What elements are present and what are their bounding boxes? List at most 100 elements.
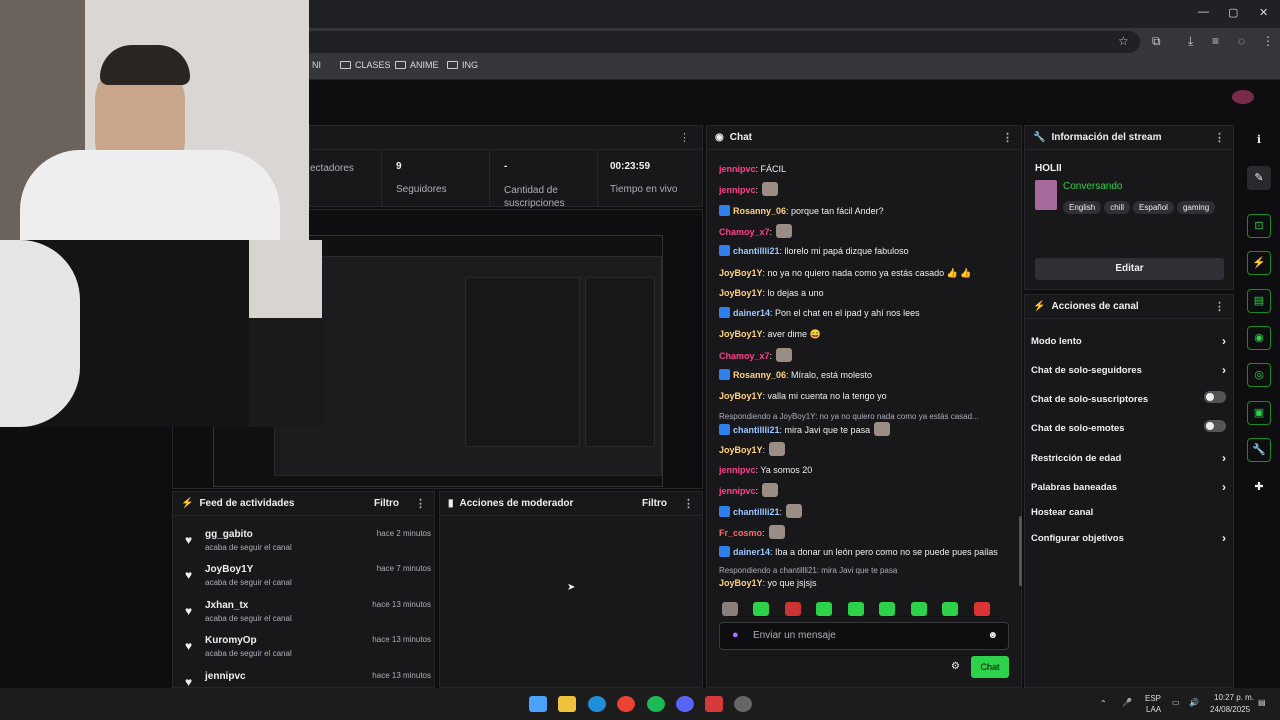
- emote-icon[interactable]: [879, 602, 896, 616]
- more-options-icon[interactable]: ⋮: [1002, 131, 1013, 144]
- chat-username[interactable]: jennipvc: [719, 465, 756, 475]
- chevron-up-icon[interactable]: ⌃: [1100, 699, 1107, 708]
- clock-time[interactable]: 10:27 p. m.: [1214, 693, 1254, 702]
- chat-send-button[interactable]: Chat: [971, 656, 1009, 678]
- action-age-restriction[interactable]: Restricción de edad ›: [1031, 451, 1226, 465]
- clip-icon[interactable]: ⊡: [1247, 214, 1271, 238]
- document-icon[interactable]: ▤: [1247, 289, 1271, 313]
- chat-username[interactable]: JoyBoy1Y: [719, 288, 763, 298]
- menu-icon[interactable]: ⋮: [1262, 34, 1274, 48]
- discord-icon[interactable]: [676, 696, 694, 712]
- star-icon[interactable]: ☆: [1118, 34, 1129, 48]
- tag[interactable]: chill: [1104, 201, 1131, 214]
- settings-gear-icon[interactable]: ⚙: [951, 661, 960, 672]
- chat-username[interactable]: chantillli21: [733, 246, 780, 256]
- chat-username[interactable]: Chamoy_x7: [719, 351, 770, 361]
- emote-icon[interactable]: [847, 602, 864, 616]
- feed-item[interactable]: ♥ gg_gabito acaba de seguir el canal hac…: [181, 529, 431, 561]
- edit-button[interactable]: Editar: [1035, 258, 1224, 280]
- bookmark-anime[interactable]: ANIME: [395, 60, 439, 70]
- obs-icon[interactable]: [734, 696, 752, 712]
- action-emote-only[interactable]: Chat de solo-emotes: [1031, 420, 1226, 434]
- more-options-icon[interactable]: ⋮: [415, 497, 426, 510]
- action-followers-only[interactable]: Chat de solo-seguidores ›: [1031, 363, 1226, 377]
- file-explorer-icon[interactable]: [558, 696, 576, 712]
- tag[interactable]: gaming: [1176, 201, 1216, 214]
- volume-icon[interactable]: 🔊: [1189, 698, 1199, 707]
- bookmark-ni[interactable]: NI: [312, 60, 321, 70]
- category-name[interactable]: Conversando: [1063, 181, 1122, 192]
- broadcast-icon[interactable]: ◎: [1247, 363, 1271, 387]
- chat-username[interactable]: JoyBoy1Y: [719, 329, 763, 339]
- more-options-icon[interactable]: ⋮: [683, 497, 694, 510]
- emote-icon[interactable]: [910, 602, 927, 616]
- chat-username[interactable]: chantillli21: [733, 425, 780, 435]
- wrench-icon[interactable]: 🔧: [1247, 438, 1271, 462]
- more-options-icon[interactable]: ⋮: [1214, 131, 1225, 144]
- tag[interactable]: English: [1063, 201, 1102, 214]
- emote-icon[interactable]: [973, 602, 990, 616]
- chat-username[interactable]: Chamoy_x7: [719, 227, 770, 237]
- emote-icon[interactable]: [942, 602, 959, 616]
- close-button[interactable]: ✕: [1259, 6, 1268, 19]
- media-icon[interactable]: ≡: [1212, 34, 1219, 48]
- maximize-button[interactable]: ▢: [1228, 6, 1238, 19]
- emote-icon[interactable]: [753, 602, 770, 616]
- feed-item[interactable]: ♥ KuromyOp acaba de seguir el canal hace…: [181, 635, 431, 667]
- feed-item[interactable]: ♥ jennipvc hace 13 minutos: [181, 671, 431, 687]
- add-widget-icon[interactable]: ✚: [1247, 476, 1271, 500]
- download-icon[interactable]: ⤓: [1188, 34, 1193, 49]
- toggle-switch[interactable]: [1204, 420, 1226, 432]
- avatar[interactable]: [1232, 90, 1254, 104]
- microphone-icon[interactable]: 🎤: [1122, 698, 1132, 707]
- chat-username[interactable]: jennipvc: [719, 164, 756, 174]
- emote-icon[interactable]: [816, 602, 833, 616]
- action-slow-mode[interactable]: Modo lento ›: [1031, 334, 1226, 348]
- microphone-icon[interactable]: ●: [732, 629, 739, 641]
- address-bar[interactable]: [300, 31, 1140, 53]
- chat-username[interactable]: JoyBoy1Y: [719, 578, 763, 588]
- chat-username[interactable]: jennipvc: [719, 185, 756, 195]
- chat-input[interactable]: ● Enviar un mensaje ☻: [719, 622, 1009, 650]
- edge-icon[interactable]: [588, 696, 606, 712]
- mod-filter-button[interactable]: Filtro: [642, 498, 667, 509]
- bookmark-ing[interactable]: ING: [447, 60, 478, 70]
- chat-username[interactable]: Fr_cosmo: [719, 528, 762, 538]
- emote-icon[interactable]: [784, 602, 801, 616]
- profile-icon[interactable]: ◌: [1238, 34, 1245, 48]
- tag[interactable]: Español: [1133, 201, 1174, 214]
- chat-username[interactable]: chantillli21: [733, 507, 780, 517]
- action-banned-words[interactable]: Palabras baneadas ›: [1031, 480, 1226, 494]
- network-icon[interactable]: ▭: [1172, 698, 1180, 707]
- chat-username[interactable]: JoyBoy1Y: [719, 391, 763, 401]
- action-configure-goals[interactable]: Configurar objetivos ›: [1031, 531, 1226, 545]
- chat-username[interactable]: Rosanny_06: [733, 206, 786, 216]
- chat-username[interactable]: JoyBoy1Y: [719, 445, 763, 455]
- minimize-button[interactable]: —: [1198, 6, 1209, 18]
- language-indicator[interactable]: ESP: [1145, 694, 1161, 703]
- more-options-icon[interactable]: ⋮: [679, 131, 690, 144]
- more-options-icon[interactable]: ⋮: [1214, 300, 1225, 313]
- chat-bubble-icon[interactable]: ◉: [1247, 326, 1271, 350]
- action-subscribers-only[interactable]: Chat de solo-suscriptores: [1031, 391, 1226, 405]
- feed-item[interactable]: ♥ JoyBoy1Y acaba de seguir el canal hace…: [181, 564, 431, 596]
- feed-filter-button[interactable]: Filtro: [374, 498, 399, 509]
- action-host-channel[interactable]: Hostear canal: [1031, 507, 1226, 518]
- chat-username[interactable]: dainer14: [733, 547, 770, 557]
- activity-icon[interactable]: ▣: [1247, 401, 1271, 425]
- chat-username[interactable]: Rosanny_06: [733, 370, 786, 380]
- notification-icon[interactable]: ▤: [1258, 698, 1266, 707]
- feed-item[interactable]: ♥ Jxhan_tx acaba de seguir el canal hace…: [181, 600, 431, 632]
- chrome-icon[interactable]: [617, 696, 635, 712]
- chat-scrollbar[interactable]: [1019, 516, 1022, 586]
- bookmark-clases[interactable]: CLASES: [340, 60, 391, 70]
- info-icon[interactable]: ℹ: [1247, 129, 1271, 153]
- windows-start-icon[interactable]: [529, 696, 547, 712]
- extensions-icon[interactable]: ⧉: [1152, 34, 1161, 49]
- chat-username[interactable]: jennipvc: [719, 486, 756, 496]
- chat-username[interactable]: dainer14: [733, 308, 770, 318]
- app-tf-icon[interactable]: [705, 696, 723, 712]
- pencil-icon[interactable]: ✎: [1247, 166, 1271, 190]
- bolt-icon[interactable]: ⚡: [1247, 251, 1271, 275]
- emote-icon[interactable]: [722, 602, 738, 616]
